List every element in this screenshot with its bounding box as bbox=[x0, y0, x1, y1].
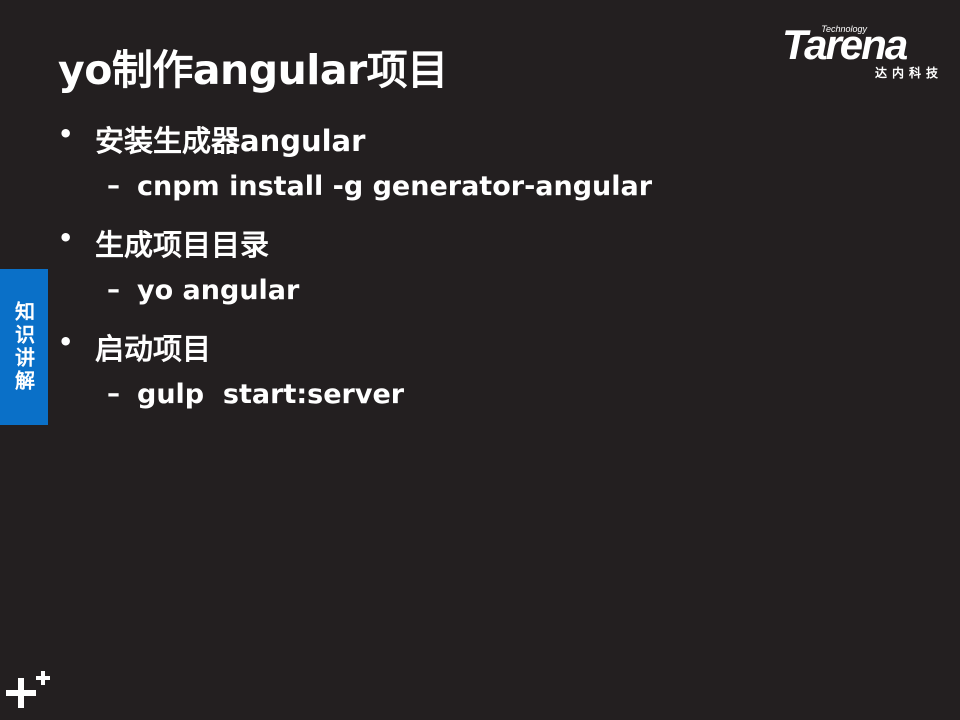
bullet-text: 安装生成器angular bbox=[95, 124, 366, 158]
bullet-item: • 安装生成器angular bbox=[58, 116, 918, 166]
sub-bullet-item: – cnpm install -g generator-angular bbox=[58, 168, 918, 218]
logo-tagline: Technology bbox=[821, 24, 867, 34]
sub-bullet-item: – yo angular bbox=[58, 272, 918, 322]
slide-title: yo制作angular项目 bbox=[58, 46, 448, 94]
sub-bullet-dash: – bbox=[107, 379, 120, 409]
sub-bullet-dash: – bbox=[107, 171, 120, 201]
slide-content: • 安装生成器angular – cnpm install -g generat… bbox=[58, 116, 918, 428]
sub-bullet-dash: – bbox=[107, 275, 120, 305]
tarena-logo: Tarena Technology 达内科技 bbox=[780, 22, 945, 82]
side-tab-label: 知识讲解 bbox=[11, 301, 36, 393]
bullet-dot: • bbox=[58, 328, 74, 356]
bullet-text: 启动项目 bbox=[95, 332, 212, 366]
bullet-dot: • bbox=[58, 224, 74, 252]
sub-bullet-text: yo angular bbox=[137, 275, 300, 306]
bullet-text: 生成项目目录 bbox=[95, 228, 270, 262]
sub-bullet-text: gulp start:server bbox=[137, 379, 405, 410]
sub-bullet-text: cnpm install -g generator-angular bbox=[137, 171, 653, 202]
logo-chinese: 达内科技 bbox=[874, 66, 943, 80]
sub-bullet-item: – gulp start:server bbox=[58, 376, 918, 426]
bullet-item: • 生成项目目录 bbox=[58, 220, 918, 270]
plus-plus-icon bbox=[6, 671, 50, 708]
bullet-item: • 启动项目 bbox=[58, 324, 918, 374]
side-tab-knowledge: 知识讲解 bbox=[0, 269, 48, 425]
bullet-dot: • bbox=[58, 120, 74, 148]
